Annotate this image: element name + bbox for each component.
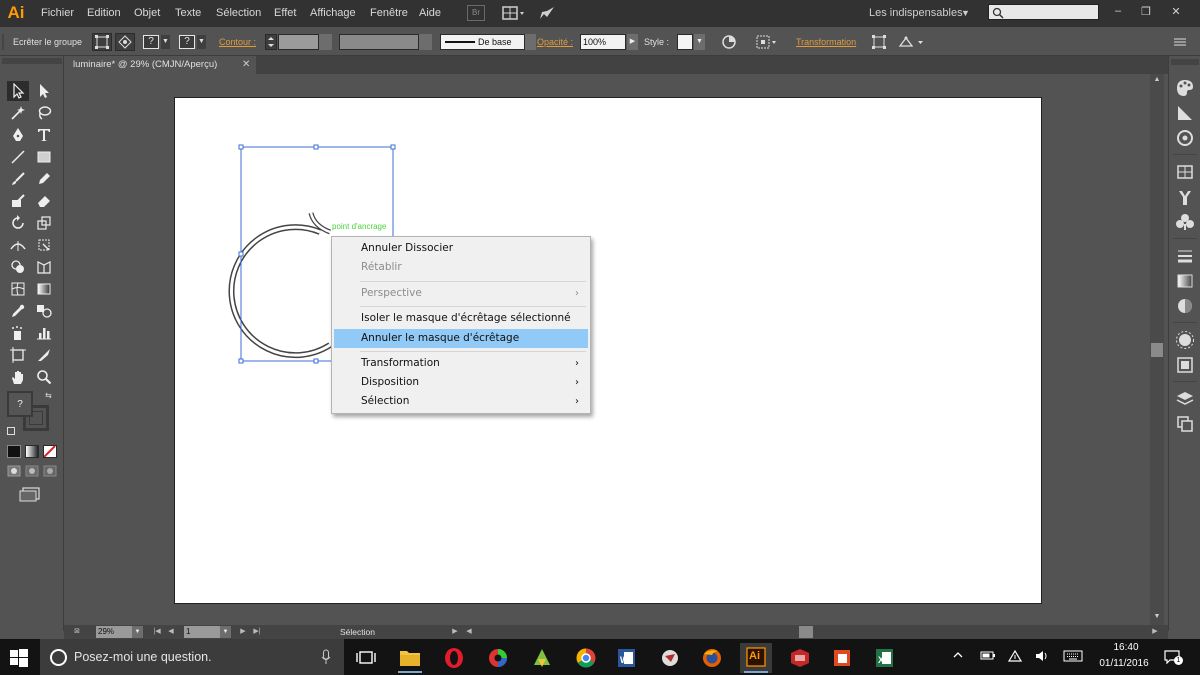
brushes-icon[interactable] bbox=[1175, 187, 1195, 207]
chevron-right-icon: › bbox=[575, 288, 579, 299]
menu-item-select[interactable]: Sélection › bbox=[334, 392, 588, 411]
chrome-icon[interactable] bbox=[570, 643, 602, 673]
scroll-down-icon[interactable]: ▼ bbox=[1151, 611, 1163, 623]
menu-item-isolate-clipping-mask[interactable]: Isoler le masque d'écrêtage sélectionné bbox=[334, 309, 588, 328]
scroll-up-icon[interactable]: ▲ bbox=[1151, 74, 1163, 86]
menu-item-label: Perspective bbox=[361, 287, 422, 299]
cortana-icon bbox=[50, 649, 67, 666]
anchor-point-hint: point d'ancrage bbox=[332, 222, 387, 231]
menu-item-perspective[interactable]: Perspective › bbox=[334, 284, 588, 303]
artwork-layer bbox=[228, 144, 396, 364]
menu-separator bbox=[360, 306, 586, 307]
status-expand-icon[interactable]: ▶ bbox=[450, 626, 460, 638]
recolor-icon[interactable] bbox=[1175, 128, 1195, 148]
artboards-icon[interactable] bbox=[1175, 414, 1195, 434]
menu-item-undo-ungroup[interactable]: Annuler Dissocier bbox=[334, 239, 588, 258]
network-icon[interactable] bbox=[1007, 649, 1023, 666]
previous-artboard-icon[interactable]: ◀ bbox=[166, 626, 176, 638]
color-guide-icon[interactable] bbox=[1175, 103, 1195, 123]
chevron-down-icon[interactable]: ▼ bbox=[220, 626, 231, 638]
illustrator-label: Ai bbox=[749, 650, 760, 662]
chevron-right-icon: › bbox=[575, 396, 579, 407]
bird-app-icon[interactable] bbox=[654, 643, 686, 673]
menu-item-label: Sélection bbox=[361, 395, 410, 407]
notification-count-badge: 1 bbox=[1174, 656, 1183, 665]
microphone-icon[interactable] bbox=[321, 649, 331, 668]
excel-icon[interactable]: X bbox=[868, 643, 900, 673]
symbols-icon[interactable] bbox=[1175, 212, 1195, 232]
menu-item-label: Annuler le masque d'écrêtage bbox=[361, 332, 520, 344]
status-menu-icon[interactable]: ⊠ bbox=[72, 626, 82, 638]
menu-item-label: Rétablir bbox=[361, 261, 402, 273]
search-placeholder: Posez-moi une question. bbox=[74, 650, 212, 664]
vertical-scrollbar[interactable]: ▲ ▼ bbox=[1150, 74, 1164, 625]
layers-icon[interactable] bbox=[1175, 389, 1195, 409]
scroll-right-icon[interactable]: ▶ bbox=[1150, 626, 1160, 638]
menu-item-label: Annuler Dissocier bbox=[361, 242, 454, 254]
colorful-app-icon[interactable] bbox=[482, 643, 514, 673]
panel-dock bbox=[1168, 56, 1200, 631]
clock-time[interactable]: 16:40 bbox=[1104, 642, 1148, 653]
chevron-down-icon[interactable]: ▼ bbox=[132, 626, 143, 638]
menu-item-release-clipping-mask[interactable]: Annuler le masque d'écrêtage bbox=[334, 329, 588, 348]
battery-icon[interactable] bbox=[980, 649, 996, 664]
zoom-level-field[interactable]: 29% bbox=[96, 626, 132, 638]
scroll-left-icon[interactable]: ◀ bbox=[464, 626, 474, 638]
status-bar: ⊠ 29% ▼ |◀ ◀ 1 ▼ ▶ ▶| Sélection ▶ ◀ ▶ bbox=[64, 625, 1168, 639]
gradient-panel-icon[interactable] bbox=[1175, 271, 1195, 291]
color-panel-icon[interactable] bbox=[1175, 78, 1195, 98]
lamp-arc-shape[interactable] bbox=[228, 224, 332, 359]
keyboard-icon[interactable] bbox=[1063, 649, 1083, 666]
illustrator-taskbar-icon[interactable]: Ai bbox=[740, 643, 772, 673]
menu-item-redo[interactable]: Rétablir bbox=[334, 258, 588, 277]
next-artboard-icon[interactable]: ▶ bbox=[238, 626, 248, 638]
clock-date[interactable]: 01/11/2016 bbox=[1094, 658, 1154, 669]
svg-text:W: W bbox=[620, 655, 629, 665]
green-app-icon[interactable] bbox=[526, 643, 558, 673]
panel-dock-grip[interactable] bbox=[1171, 59, 1199, 65]
menu-separator bbox=[360, 351, 586, 352]
menu-separator bbox=[360, 281, 586, 282]
menu-item-transform[interactable]: Transformation › bbox=[334, 354, 588, 373]
last-artboard-icon[interactable]: ▶| bbox=[252, 626, 262, 638]
swatches-icon[interactable] bbox=[1175, 162, 1195, 182]
menu-item-label: Isoler le masque d'écrêtage sélectionné bbox=[361, 312, 571, 324]
vertical-scroll-thumb[interactable] bbox=[1151, 343, 1163, 357]
chevron-up-icon[interactable] bbox=[952, 649, 964, 664]
status-text[interactable]: Sélection bbox=[340, 626, 440, 638]
menu-item-arrange[interactable]: Disposition › bbox=[334, 373, 588, 392]
windows-taskbar: Posez-moi une question. W Ai X 16:40 01/… bbox=[0, 639, 1200, 675]
task-view-icon[interactable] bbox=[350, 643, 382, 673]
red-app-icon[interactable] bbox=[784, 643, 816, 673]
volume-icon[interactable] bbox=[1034, 649, 1050, 666]
windows-start-icon[interactable] bbox=[10, 649, 28, 667]
firefox-icon[interactable] bbox=[696, 643, 728, 673]
svg-text:X: X bbox=[878, 655, 884, 665]
context-menu: Annuler Dissocier Rétablir Perspective ›… bbox=[331, 236, 591, 414]
graphic-styles-icon[interactable] bbox=[1175, 355, 1195, 375]
orange-app-icon[interactable] bbox=[826, 643, 858, 673]
appearance-icon[interactable] bbox=[1175, 330, 1195, 350]
cortana-search-box[interactable]: Posez-moi une question. bbox=[40, 639, 344, 675]
artboard-number-field[interactable]: 1 bbox=[184, 626, 220, 638]
stroke-panel-icon[interactable] bbox=[1175, 246, 1195, 266]
word-icon[interactable]: W bbox=[610, 643, 642, 673]
menu-item-label: Transformation bbox=[361, 357, 440, 369]
file-explorer-icon[interactable] bbox=[394, 643, 426, 673]
opera-icon[interactable] bbox=[438, 643, 470, 673]
notification-center-icon[interactable]: 1 bbox=[1164, 650, 1183, 667]
horizontal-scroll-thumb[interactable] bbox=[799, 626, 813, 638]
chevron-right-icon: › bbox=[575, 358, 579, 369]
chevron-right-icon: › bbox=[575, 377, 579, 388]
menu-item-label: Disposition bbox=[361, 376, 420, 388]
first-artboard-icon[interactable]: |◀ bbox=[152, 626, 162, 638]
transparency-icon[interactable] bbox=[1175, 296, 1195, 316]
